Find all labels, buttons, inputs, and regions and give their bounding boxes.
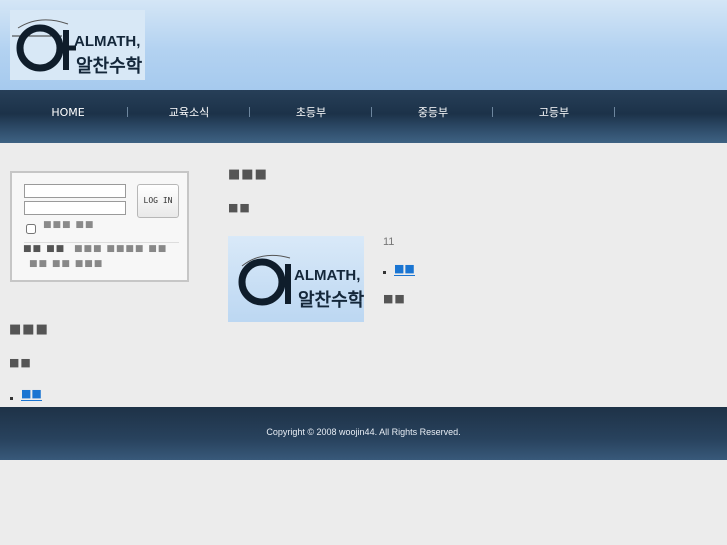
main-subheading: ■■ (228, 201, 251, 214)
main-post-link[interactable]: ■■ (394, 262, 415, 276)
signup-link[interactable]: ■■ ■■ (23, 244, 65, 254)
find-account-link[interactable]: ■■■ ■■■■ ■■ (74, 244, 167, 254)
login-box: LOG IN ■■■ ■■ ■■ ■■ ■■■ ■■■■ ■■ ■■ ■■ ■■… (10, 171, 189, 282)
member-links[interactable]: ■■ ■■ ■■■ (29, 259, 103, 269)
almath-logo-icon: ALMATH, 알찬수학 (12, 19, 143, 77)
nav-separator (127, 107, 128, 117)
copyright-text: Copyright © 2008 woojin44. All Rights Re… (266, 427, 461, 437)
left-heading: ■■■ (9, 322, 49, 337)
logo-text: ALMATH, (74, 33, 140, 50)
nav-separator (249, 107, 250, 117)
nav-separator (492, 107, 493, 117)
login-button[interactable]: LOG IN (137, 184, 179, 218)
main-caption: ■■ (383, 292, 406, 305)
remember-label: ■■■ ■■ (43, 220, 95, 230)
site-header: ALMATH, 알찬수학 (0, 0, 727, 90)
post-thumbnail[interactable]: ALMATH, 알찬수학 (228, 236, 365, 322)
main-heading: ■■■ (228, 167, 268, 182)
login-divider (24, 242, 179, 243)
nav-item-education-news[interactable]: 교육소식 (134, 105, 244, 121)
thumb-logo-subtext: 알찬수학 (298, 289, 364, 311)
bullet-icon (383, 271, 386, 274)
bullet-icon (10, 397, 13, 400)
thumb-logo-text: ALMATH, (294, 267, 360, 284)
username-input[interactable] (24, 184, 126, 198)
nav-item-home[interactable]: HOME (13, 105, 123, 121)
left-subheading: ■■ (9, 356, 32, 369)
password-input[interactable] (24, 201, 126, 215)
logo-subtext: 알찬수학 (76, 55, 143, 77)
nav-item-middle[interactable]: 중등부 (378, 105, 488, 121)
almath-logo-icon: ALMATH, 알찬수학 (238, 254, 365, 311)
main-nav: HOME 교육소식 초등부 중등부 고등부 (0, 90, 727, 143)
nav-separator (614, 107, 615, 117)
post-count: 11 (383, 236, 395, 248)
nav-separator (371, 107, 372, 117)
nav-item-high[interactable]: 고등부 (499, 105, 609, 121)
left-post-link[interactable]: ■■ (21, 387, 42, 401)
remember-checkbox[interactable] (26, 224, 36, 234)
site-footer: Copyright © 2008 woojin44. All Rights Re… (0, 407, 727, 460)
site-logo[interactable]: ALMATH, 알찬수학 (10, 10, 145, 80)
nav-item-elementary[interactable]: 초등부 (256, 105, 366, 121)
